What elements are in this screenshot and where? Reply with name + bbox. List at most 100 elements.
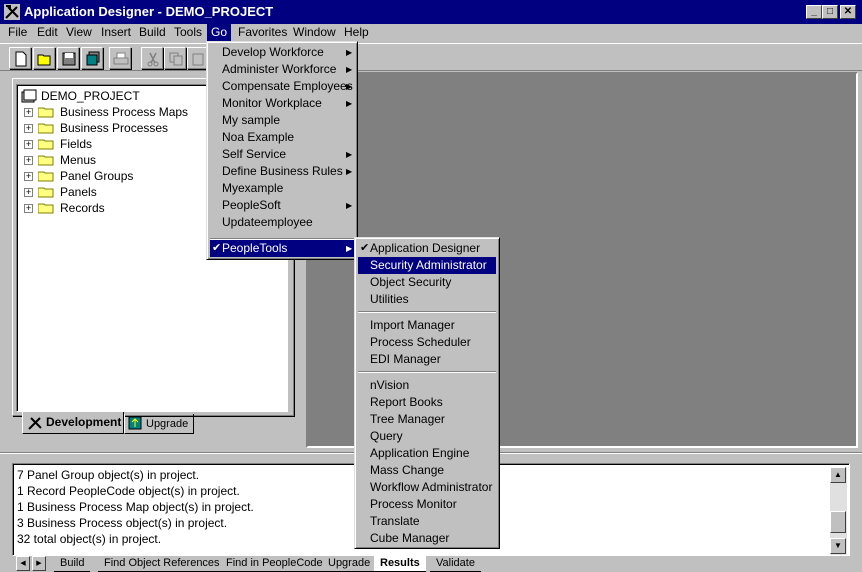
expand-icon[interactable]: + [24, 140, 33, 149]
tab-build[interactable]: Build [54, 556, 91, 572]
close-button[interactable]: ✕ [840, 5, 856, 19]
tree-item-label: Business Process Maps [60, 105, 189, 119]
tab-development[interactable]: Development [22, 412, 124, 434]
menu-separator [358, 311, 496, 313]
expand-icon[interactable]: + [24, 204, 33, 213]
menu-build[interactable]: Build [135, 24, 170, 42]
copy-button[interactable] [164, 47, 186, 69]
expand-icon[interactable]: + [24, 124, 33, 133]
go-menu-item[interactable]: Define Business Rules ▶ [210, 163, 354, 180]
go-menu-item[interactable]: Updateemployee [210, 214, 354, 231]
peopletools-menu-item[interactable]: Utilities [358, 291, 496, 308]
output-scrollbar[interactable]: ▲ ▼ [830, 467, 847, 555]
tab-validate[interactable]: Validate [430, 556, 481, 572]
peopletools-menu: ✔ Application Designer Security Administra… [354, 237, 500, 549]
peopletools-menu-item[interactable]: Application Engine [358, 445, 496, 462]
copy-icon [169, 52, 183, 66]
expand-icon[interactable]: + [24, 156, 33, 165]
menu-item-label: Myexample [222, 181, 284, 195]
checkmark-icon: ✔ [360, 242, 370, 254]
tree-item-label: Records [60, 201, 105, 215]
menu-item-label: Process Scheduler [370, 335, 471, 349]
app-designer-icon [4, 4, 20, 20]
tree-item-label: Fields [60, 137, 93, 151]
open-button[interactable] [33, 47, 55, 69]
tab-find-object-references[interactable]: Find Object References [98, 556, 226, 572]
peopletools-menu-item[interactable]: Translate [358, 513, 496, 530]
menu-tools[interactable]: Tools [170, 24, 206, 42]
print-button[interactable] [109, 47, 131, 69]
tab-upgrade-label: Upgrade [146, 418, 189, 430]
peopletools-menu-item[interactable]: Object Security [358, 274, 496, 291]
menu-view[interactable]: View [62, 24, 96, 42]
go-menu-item[interactable]: Compensate Employees ▶ [210, 78, 354, 95]
peopletools-menu-item[interactable]: Cube Manager [358, 530, 496, 547]
menu-item-peopletools[interactable]: ✔ PeopleTools ▶ [210, 240, 354, 257]
menu-item-label: PeopleTools [222, 241, 288, 255]
menu-help[interactable]: Help [340, 24, 373, 42]
menu-favorites[interactable]: Favorites [234, 24, 291, 42]
expand-icon[interactable]: + [24, 188, 33, 197]
submenu-arrow-icon: ▶ [346, 167, 353, 176]
go-menu-item[interactable]: Monitor Workplace ▶ [210, 95, 354, 112]
go-menu-item[interactable]: Develop Workforce ▶ [210, 44, 354, 61]
scroll-down-button[interactable]: ▼ [830, 538, 846, 554]
expand-icon[interactable]: + [24, 172, 33, 181]
save-all-button[interactable] [81, 47, 103, 69]
scroll-up-button[interactable]: ▲ [830, 467, 846, 483]
tree-item-label: Business Processes [60, 121, 169, 135]
peopletools-menu-item[interactable]: Security Administrator [358, 257, 496, 274]
cut-button[interactable] [141, 47, 163, 69]
project-icon [21, 89, 37, 103]
open-icon [37, 54, 51, 66]
menu-item-label: Process Monitor [370, 497, 457, 511]
minimize-button[interactable]: _ [806, 5, 822, 19]
menu-item-label: Utilities [370, 292, 409, 306]
go-menu-item[interactable]: PeopleSoft ▶ [210, 197, 354, 214]
menu-file[interactable]: File [4, 24, 31, 42]
tab-scroll-right[interactable]: ▶ [32, 556, 46, 571]
development-icon [28, 417, 42, 430]
go-menu-item[interactable]: Noa Example [210, 129, 354, 146]
peopletools-menu-item[interactable]: Workflow Administrator [358, 479, 496, 496]
menu-item-label: EDI Manager [370, 352, 441, 366]
tab-upgrade-output[interactable]: Upgrade [322, 556, 377, 572]
new-button[interactable] [9, 47, 31, 69]
menu-insert[interactable]: Insert [97, 24, 135, 42]
menu-separator [358, 371, 496, 373]
peopletools-menu-item[interactable]: Import Manager [358, 317, 496, 334]
tree-root-label: DEMO_PROJECT [41, 89, 140, 103]
menu-item-label: Import Manager [370, 318, 455, 332]
output-line: 7 Panel Group object(s) in project. [17, 468, 200, 482]
save-button[interactable] [57, 47, 79, 69]
peopletools-menu-item[interactable]: Report Books [358, 394, 496, 411]
tab-results[interactable]: Results [374, 556, 426, 572]
peopletools-menu-item[interactable]: ✔ Application Designer [358, 240, 496, 257]
save-all-icon [86, 51, 100, 66]
menu-go[interactable]: Go [207, 24, 232, 42]
go-menu-item[interactable]: Myexample [210, 180, 354, 197]
go-menu-item[interactable]: Administer Workforce ▶ [210, 61, 354, 78]
maximize-button[interactable]: □ [822, 5, 838, 19]
go-menu-item[interactable]: My sample [210, 112, 354, 129]
expand-icon[interactable]: + [24, 108, 33, 117]
output-line: 1 Business Process Map object(s) in proj… [17, 500, 254, 514]
tab-scroll-left[interactable]: ◀ [16, 556, 30, 571]
menu-window[interactable]: Window [289, 24, 340, 42]
peopletools-menu-item[interactable]: nVision [358, 377, 496, 394]
peopletools-menu-item[interactable]: Process Monitor [358, 496, 496, 513]
tab-upgrade[interactable]: Upgrade [124, 414, 194, 434]
peopletools-menu-item[interactable]: EDI Manager [358, 351, 496, 368]
peopletools-menu-item[interactable]: Query [358, 428, 496, 445]
peopletools-menu-item[interactable]: Process Scheduler [358, 334, 496, 351]
menu-item-label: Report Books [370, 395, 443, 409]
peopletools-menu-item[interactable]: Tree Manager [358, 411, 496, 428]
menu-item-label: Security Administrator [370, 258, 487, 272]
scroll-thumb[interactable] [830, 511, 846, 533]
menu-item-label: Application Designer [370, 241, 481, 255]
go-menu-item[interactable]: Self Service ▶ [210, 146, 354, 163]
menu-edit[interactable]: Edit [33, 24, 62, 42]
tab-find-in-peoplecode[interactable]: Find in PeopleCode [220, 556, 329, 572]
output-line: 32 total object(s) in project. [17, 532, 162, 546]
peopletools-menu-item[interactable]: Mass Change [358, 462, 496, 479]
